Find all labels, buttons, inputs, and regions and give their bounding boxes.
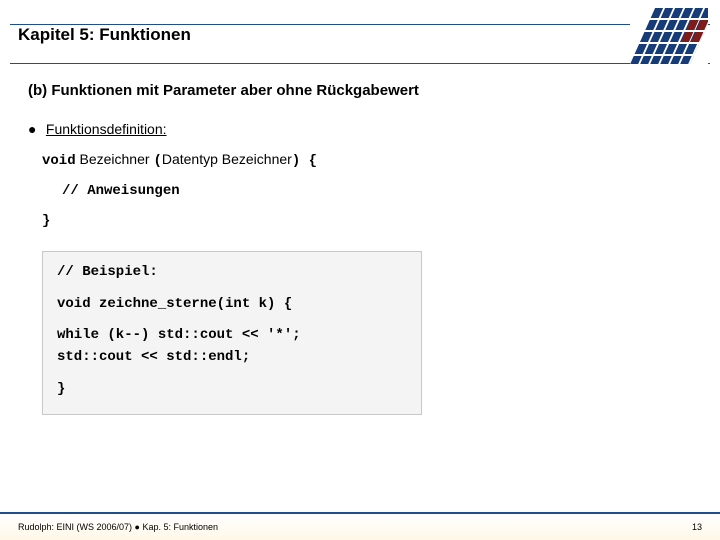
slide-body: (b) Funktionen mit Parameter aber ohne R… <box>0 64 720 415</box>
syntax-brace-close: } <box>42 213 692 229</box>
example-line-2: void zeichne_sterne(int k) { <box>57 294 407 316</box>
param-text: Datentyp Bezeichner <box>162 151 292 167</box>
brace-open: { <box>300 153 317 169</box>
bullet-label: Funktionsdefinition: <box>46 121 167 137</box>
slide-footer: Rudolph: EINI (WS 2006/07) ● Kap. 5: Fun… <box>0 512 720 540</box>
chapter-title: Kapitel 5: Funktionen <box>0 25 720 49</box>
identifier-text: Bezeichner <box>76 151 154 167</box>
paren-open: ( <box>153 153 161 169</box>
example-line-3: while (k--) std::cout << '*'; <box>57 325 407 347</box>
section-subheading: (b) Funktionen mit Parameter aber ohne R… <box>28 82 692 99</box>
example-line-4: std::cout << std::endl; <box>57 347 407 369</box>
bullet-dot-icon: ● <box>28 121 42 137</box>
example-line-1: // Beispiel: <box>57 262 407 284</box>
header-rule-bottom <box>10 63 710 64</box>
slide-header: Kapitel 5: Funktionen <box>0 0 720 64</box>
logo-graphic <box>630 6 708 64</box>
bullet-item: ● Funktionsdefinition: <box>28 121 692 137</box>
example-line-5: } <box>57 379 407 401</box>
example-codeblock: // Beispiel: void zeichne_sterne(int k) … <box>42 251 422 415</box>
footer-left-text: Rudolph: EINI (WS 2006/07) ● Kap. 5: Fun… <box>18 522 218 532</box>
page-number: 13 <box>692 522 702 532</box>
syntax-line-1: void Bezeichner (Datentyp Bezeichner) { <box>42 151 692 169</box>
syntax-body-comment: // Anweisungen <box>62 183 692 199</box>
paren-close: ) <box>292 153 300 169</box>
keyword-void: void <box>42 153 76 169</box>
